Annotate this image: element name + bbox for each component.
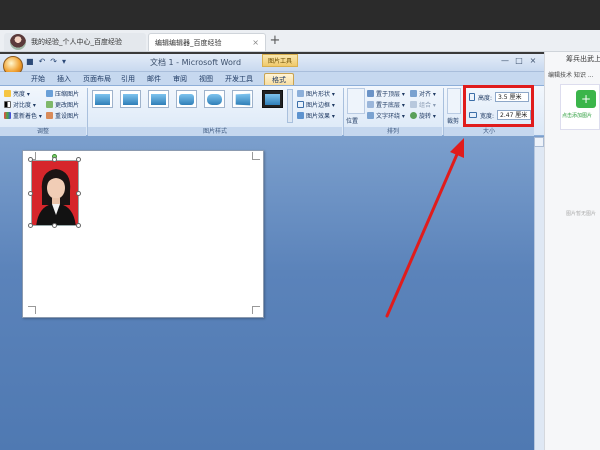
annotation-arrow (385, 138, 464, 318)
